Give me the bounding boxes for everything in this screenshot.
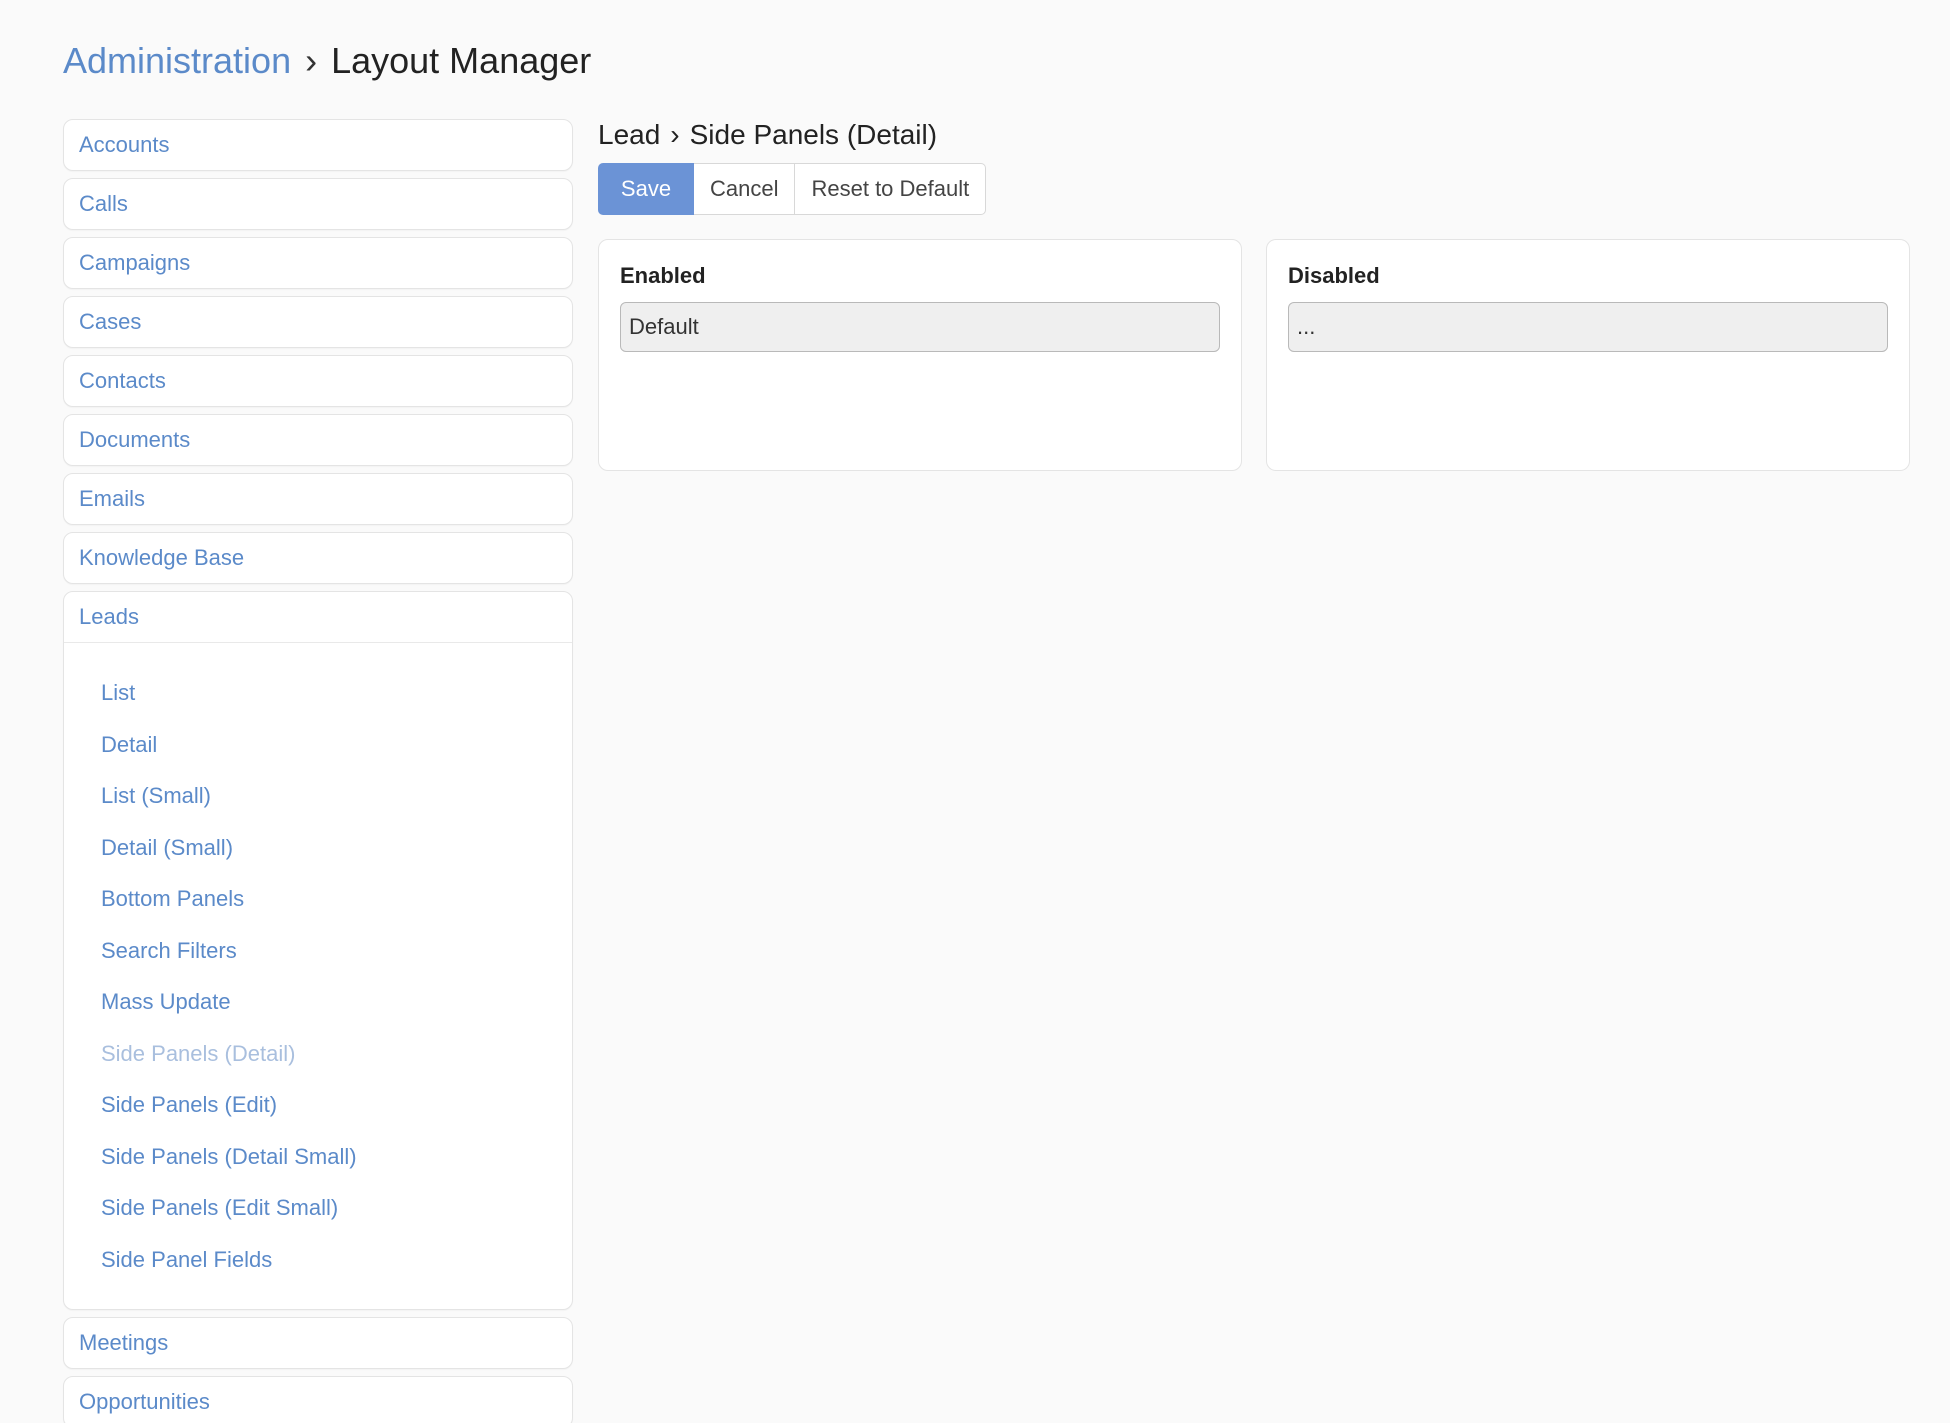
panel-columns: Enabled Default Disabled ... [598,239,1910,471]
page-header-breadcrumb: Administration › Layout Manager [63,38,591,84]
sidebar-item-opportunities[interactable]: Opportunities [63,1376,573,1423]
sidebar-item-documents[interactable]: Documents [63,414,573,466]
sidebar-item-label[interactable]: Knowledge Base [64,533,572,583]
sidebar-item-label[interactable]: Accounts [64,120,572,170]
sidebar-item-calls[interactable]: Calls [63,178,573,230]
cancel-button[interactable]: Cancel [694,163,796,215]
sidebar-item-label[interactable]: Opportunities [64,1377,572,1423]
layout-link-side-panels-edit[interactable]: Side Panels (Edit) [64,1079,572,1131]
layout-link-side-panels-detail-small[interactable]: Side Panels (Detail Small) [64,1131,572,1183]
layout-link-side-panel-fields[interactable]: Side Panel Fields [64,1234,572,1286]
entity-sidebar: Accounts Calls Campaigns Cases Contacts … [63,119,573,1423]
layout-name: Side Panels (Detail) [689,119,938,150]
sidebar-item-label[interactable]: Campaigns [64,238,572,288]
entity-name: Lead [598,119,661,150]
save-button[interactable]: Save [598,163,694,215]
layout-link-side-panels-edit-small[interactable]: Side Panels (Edit Small) [64,1182,572,1234]
layout-link-list[interactable]: List [64,667,572,719]
layout-editor: Lead › Side Panels (Detail) Save Cancel Re… [598,115,1910,471]
breadcrumb-separator: › [305,40,318,81]
layout-link-search-filters[interactable]: Search Filters [64,925,572,977]
disabled-title: Disabled [1288,263,1380,288]
page-title: Layout Manager [331,40,592,81]
sidebar-item-cases[interactable]: Cases [63,296,573,348]
sidebar-item-emails[interactable]: Emails [63,473,573,525]
sidebar-item-label[interactable]: Calls [64,179,572,229]
sidebar-item-meetings[interactable]: Meetings [63,1317,573,1369]
sidebar-item-label[interactable]: Emails [64,474,572,524]
layout-link-detail[interactable]: Detail [64,719,572,771]
sidebar-item-label[interactable]: Meetings [64,1318,572,1368]
sidebar-item-accounts[interactable]: Accounts [63,119,573,171]
layout-link-mass-update[interactable]: Mass Update [64,976,572,1028]
reset-to-default-button[interactable]: Reset to Default [795,163,987,215]
title-separator: › [670,119,680,150]
disabled-panel: Disabled ... [1266,239,1910,471]
sidebar-item-campaigns[interactable]: Campaigns [63,237,573,289]
leads-layout-list: List Detail List (Small) Detail (Small) … [64,643,572,1309]
sidebar-item-knowledge-base[interactable]: Knowledge Base [63,532,573,584]
layout-link-side-panels-detail: Side Panels (Detail) [101,1040,296,1066]
layout-manager-page: Administration › Layout Manager Accounts C… [0,0,1950,1423]
enabled-panel: Enabled Default [598,239,1242,471]
sidebar-item-contacts[interactable]: Contacts [63,355,573,407]
sidebar-item-label[interactable]: Cases [64,297,572,347]
administration-link[interactable]: Administration [63,40,291,81]
sidebar-item-leads: Leads List Detail List (Small) Detail (S… [63,591,573,1310]
layout-link-detail-small[interactable]: Detail (Small) [64,822,572,874]
action-buttons: Save Cancel Reset to Default [598,163,1910,215]
enabled-title: Enabled [620,263,706,288]
layout-title: Lead › Side Panels (Detail) [598,115,1910,155]
sidebar-item-label[interactable]: Documents [64,415,572,465]
enabled-item-default[interactable]: Default [620,302,1220,352]
disabled-item-placeholder[interactable]: ... [1288,302,1888,352]
sidebar-item-label[interactable]: Leads [64,592,572,643]
layout-link-bottom-panels[interactable]: Bottom Panels [64,873,572,925]
sidebar-item-label[interactable]: Contacts [64,356,572,406]
layout-link-list-small[interactable]: List (Small) [64,770,572,822]
